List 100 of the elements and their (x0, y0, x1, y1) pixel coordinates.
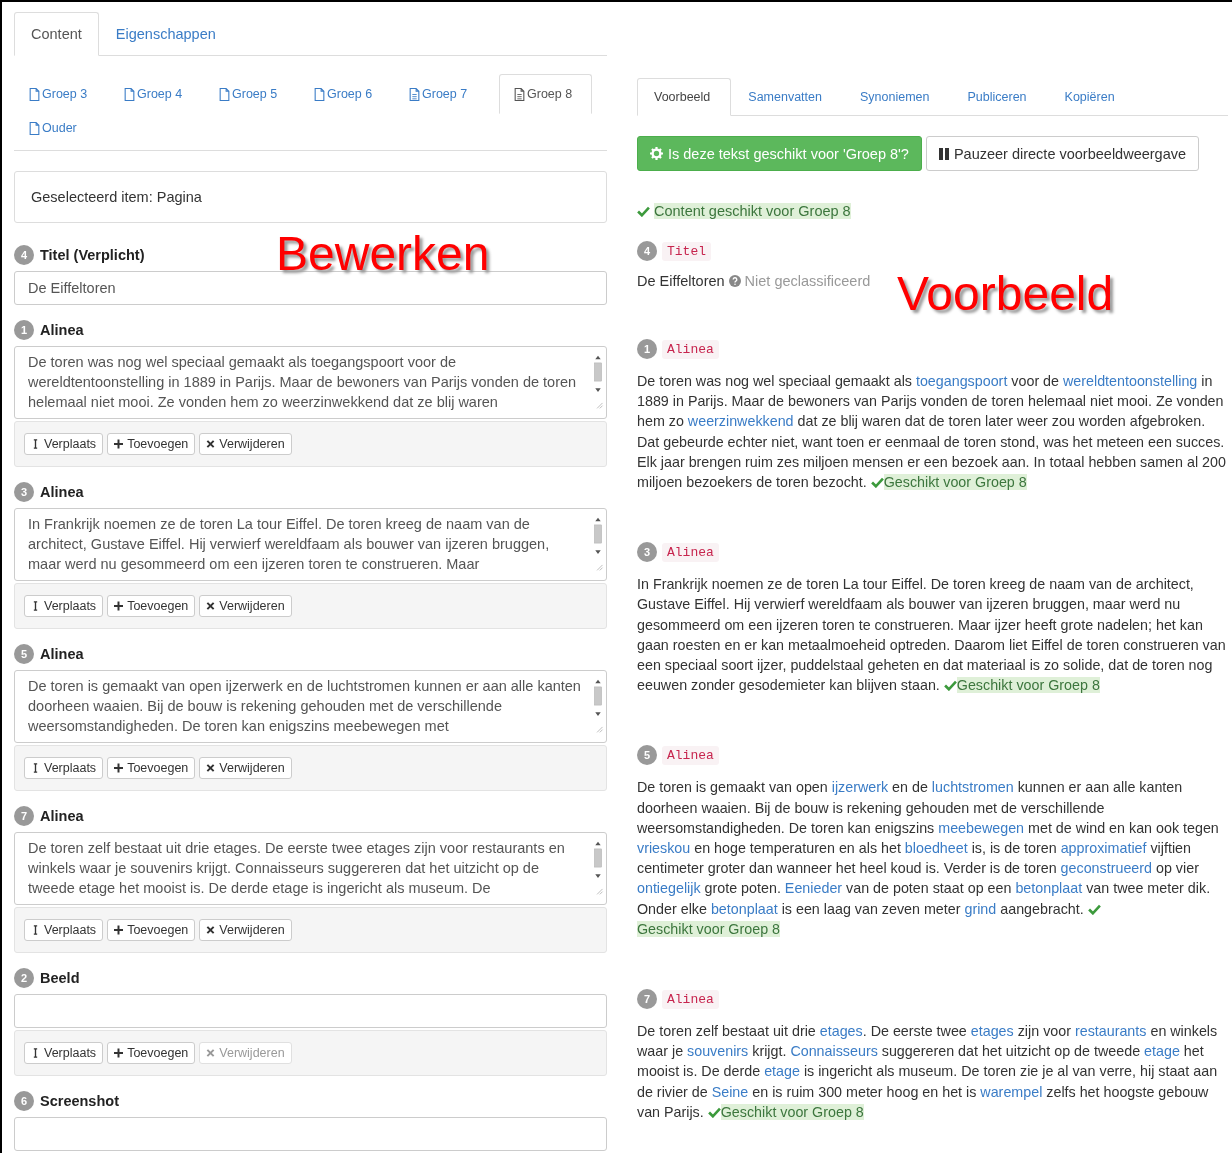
action-button[interactable]: Toevoegen (107, 1042, 196, 1064)
close-icon (206, 601, 216, 611)
input-field[interactable]: De Eiffeltoren (14, 271, 607, 305)
help-icon (728, 275, 741, 287)
close-icon (206, 763, 216, 773)
glossary-link[interactable]: betonplaat (710, 900, 778, 917)
glossary-link[interactable]: approximatief (1060, 840, 1147, 857)
vertical-arrow-icon (31, 601, 40, 611)
vertical-arrow-icon (31, 925, 40, 935)
glossary-link[interactable]: wereldtentoonstelling (1063, 373, 1198, 389)
action-button[interactable]: Verplaats (24, 1042, 104, 1064)
glossary-link[interactable]: grind (964, 900, 997, 917)
text-area[interactable]: De toren was nog wel speciaal gemaakt als toegangspoort voor de wereldtentoonstelling in 1889 in Parijs. Maar de bewoners van Parijs vonden de toren helemaal niet mooi. Ze vonden hem zo weerzinwekkend dat ze blij waren (14, 346, 607, 419)
paragraph-text: De toren is gemaakt van open ijzerwerk en de luchtstromen kunnen er aan alle kanten doorheen waaien. Bij de bouw is rekening gehouden met de verschillende weersomstandigheden. De toren kan enigszins meebewegen met de wind en kan ook tegen vrieskou en hoge temperaturen en als het bloedheet is, is de toren approximatief vijftien centimeter groter dan wanneer het heel koud is. Verder is de toren geconstrueerd op vier ontiegelijk grote poten. Eenieder van de poten staat op een betonplaat van twee meter dik. Onder elke betonplaat is een laag van zeven meter grind aangebracht. Geschikt voor Groep 8 (637, 778, 1220, 939)
check-icon (1087, 903, 1101, 915)
text-area[interactable]: In Frankrijk noemen ze de toren La tour Eiffel. De toren kreeg de naam van de architect, Gustave Eiffel. Hij verwierf wereldfaam als bouwer van ijzeren bruggen, maar werd nu gesommeerd om een ijzeren toren te construeren. Maar (14, 508, 607, 581)
verdict-label: Geschikt voor Groep 8 (883, 474, 1027, 490)
classification-label: Niet geclassificeerd (744, 273, 871, 289)
action-button[interactable]: Verplaats (24, 433, 104, 455)
glossary-link[interactable]: weerzinwekkend (687, 413, 794, 430)
check-icon (870, 477, 884, 488)
vertical-arrow-icon (31, 1048, 40, 1058)
status-label: Content geschikt voor Groep 8 (654, 203, 851, 219)
paragraph-text: De toren was nog wel speciaal gemaakt als toegangspoort voor de wereldtentoonstelling in 1889 in Parijs. Maar de bewoners van Parijs vonden de toren helemaal niet mooi. Ze vonden hem zo weerzinwekkend dat ze blij waren dat de toren later weer zou worden afgebroken. Dat gebeurde echter niet, want toen er eenmaal de toren stond, was het meteen een succes. Elk jaar brengen ruim zes miljoen mensen er een bezoek aan. In totaal hebben samen al 200 miljoen bezoekers de toren bezocht. Geschikt voor Groep 8 (637, 372, 1227, 493)
action-button[interactable]: Toevoegen (107, 433, 196, 455)
number-badge: 4 (637, 241, 657, 261)
glossary-link[interactable]: vrieskou (637, 840, 691, 857)
check-button[interactable]: Is deze tekst geschikt voor 'Groep 8'? (637, 136, 922, 171)
action-button[interactable]: Verwijderen (199, 757, 292, 779)
selected-item-text: Geselecteerd item: Pagina (31, 189, 202, 205)
group-tab[interactable]: Groep 5 (214, 74, 307, 114)
glossary-link[interactable]: meebewegen (938, 819, 1025, 836)
group-tab[interactable]: Groep 7 (404, 74, 497, 114)
block-type-label: Alinea (662, 339, 719, 359)
group-tab[interactable]: Groep 8 (499, 74, 592, 114)
glossary-link[interactable]: Seine (711, 1083, 749, 1100)
group-tab[interactable]: Ouder (24, 114, 117, 140)
glossary-link[interactable]: betonplaat (1015, 880, 1083, 897)
glossary-link[interactable]: toegangspoort (915, 373, 1008, 389)
document-icon (29, 87, 40, 101)
tab[interactable]: Samenvatten (731, 78, 843, 116)
input-field[interactable] (14, 1117, 607, 1151)
glossary-link[interactable]: luchtstromen (931, 779, 1014, 796)
plus-icon (114, 925, 124, 935)
action-button[interactable]: Toevoegen (107, 595, 196, 617)
number-badge: 5 (637, 745, 657, 766)
glossary-link[interactable]: ontiegelijk (637, 880, 701, 897)
document-icon (514, 87, 525, 101)
tab[interactable]: Publiceren (950, 78, 1048, 116)
glossary-link[interactable]: souvenirs (687, 1043, 749, 1060)
block-type-label: Alinea (662, 542, 719, 562)
number-badge: 3 (637, 542, 657, 563)
text-area[interactable]: De toren zelf bestaat uit drie etages. De eerste twee etages zijn voor restaurants en winkels waar je souvenirs krijgt. Connaisseurs suggereren dat het uitzicht op de tweede etage het mooist is. De derde etage is ingericht als museum. De (14, 832, 607, 905)
pause-button[interactable]: Pauzeer directe voorbeeldweergave (925, 136, 1200, 171)
tab[interactable]: Voorbeeld (637, 78, 732, 116)
field-label: Alinea (40, 484, 84, 500)
number-badge: 3 (14, 482, 34, 502)
glossary-link[interactable]: etage (764, 1063, 800, 1080)
field-label: Alinea (40, 646, 84, 662)
plus-icon (114, 1048, 124, 1058)
glossary-link[interactable]: warempel (980, 1083, 1043, 1100)
tab[interactable]: Kopiëren (1047, 78, 1136, 116)
text-area[interactable]: De toren is gemaakt van open ijzerwerk en de luchtstromen kunnen er aan alle kanten doorheen waaien. Bij de bouw is rekening gehouden met de verschillende weersomstandigheden. De toren kan enigszins meebewegen met (14, 670, 607, 743)
block-type-label: Alinea (662, 745, 719, 765)
tab[interactable]: Content (14, 12, 99, 56)
number-badge: 1 (14, 320, 34, 340)
field-label: Alinea (40, 322, 84, 338)
glossary-link[interactable]: geconstrueerd (1060, 860, 1152, 877)
paragraph-text: De toren zelf bestaat uit drie etages. De eerste twee etages zijn voor restaurants en winkels waar je souvenirs krijgt. Connaisseurs suggereren dat het uitzicht op de tweede etage het mooist is. De derde etage is ingericht als museum. De toren zie je al van verre, hij staat aan de rivier de Seine en is ruim 300 meter hoog en het is warempel zelfs het hoogste gebouw van Parijs. Geschikt voor Groep 8 (637, 1022, 1219, 1122)
tab[interactable]: Synoniemen (843, 78, 951, 116)
group-tab[interactable]: Groep 4 (119, 74, 212, 114)
field-label: Screenshot (40, 1093, 119, 1109)
glossary-link[interactable]: ijzerwerk (831, 779, 889, 796)
action-button[interactable]: Toevoegen (107, 757, 196, 779)
action-button[interactable]: Verwijderen (199, 919, 292, 941)
glossary-link[interactable]: etage (1144, 1043, 1180, 1060)
vertical-arrow-icon (31, 763, 40, 773)
action-button[interactable]: Verplaats (24, 919, 104, 941)
glossary-link[interactable]: etages (970, 1023, 1014, 1040)
action-button[interactable]: Verwijderen (199, 595, 292, 617)
verdict-label: Geschikt voor Groep 8 (956, 677, 1100, 694)
tab[interactable]: Eigenschappen (98, 12, 233, 56)
action-button[interactable]: Verplaats (24, 757, 104, 779)
action-button[interactable]: Toevoegen (107, 919, 196, 941)
annotation-label: Voorbeeld (897, 270, 1114, 318)
group-tab[interactable]: Groep 6 (309, 74, 402, 114)
glossary-link[interactable]: Connaisseurs (790, 1043, 878, 1060)
glossary-link[interactable]: restaurants (1074, 1023, 1147, 1040)
input-field[interactable] (14, 994, 607, 1028)
action-button[interactable]: Verplaats (24, 595, 104, 617)
group-tab[interactable]: Groep 3 (24, 74, 117, 114)
pause-icon (938, 147, 949, 160)
document-icon (124, 87, 135, 101)
document-icon (409, 87, 420, 101)
title-text: De Eiffeltoren (637, 273, 725, 289)
glossary-link[interactable]: Eenieder (784, 880, 843, 897)
action-button[interactable]: Verwijderen (199, 433, 292, 455)
plus-icon (114, 601, 124, 611)
glossary-link[interactable]: bloedheet (904, 840, 968, 857)
glossary-link[interactable]: etages (819, 1023, 863, 1040)
